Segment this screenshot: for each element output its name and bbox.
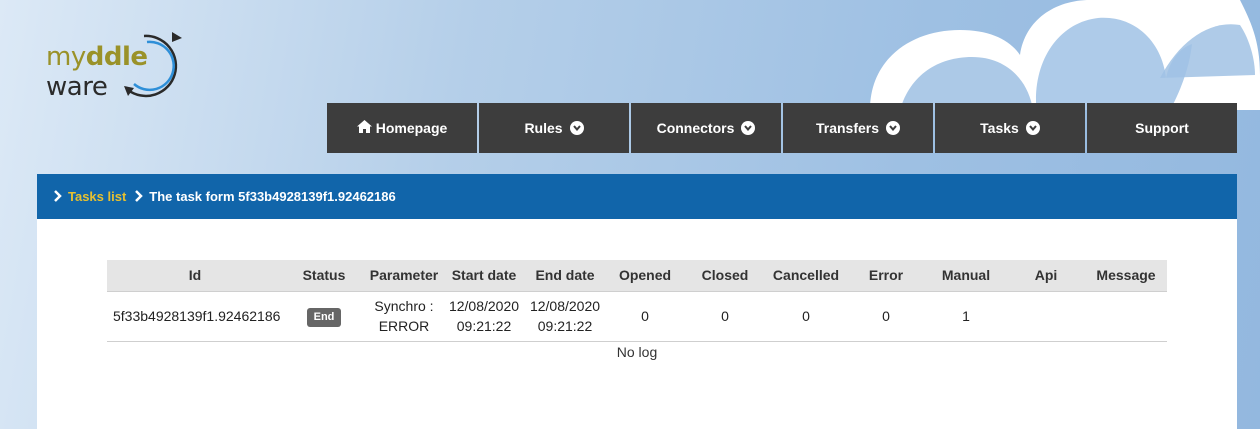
cell-opened: 0 (605, 291, 685, 342)
chevron-down-icon (569, 121, 584, 135)
cell-closed: 0 (685, 291, 765, 342)
end-time: 09:21:22 (537, 318, 593, 334)
end-date: 12/08/2020 (529, 297, 601, 314)
col-parameter: Parameter (365, 260, 443, 292)
col-status: Status (283, 260, 365, 292)
breadcrumb: Tasks list The task form 5f33b4928139f1.… (37, 174, 1237, 219)
nav-support-label: Support (1135, 120, 1189, 136)
cell-message (1085, 291, 1167, 342)
parameter-line2: ERROR (378, 318, 430, 334)
col-error: Error (847, 260, 925, 292)
chevron-right-icon (53, 189, 62, 205)
chevron-down-icon (741, 121, 756, 135)
start-time: 09:21:22 (456, 318, 512, 334)
nav-homepage[interactable]: Homepage (327, 103, 477, 153)
cloud-decoration (870, 0, 1260, 110)
cell-api (1007, 291, 1085, 342)
breadcrumb-tasks-list-link[interactable]: Tasks list (68, 189, 126, 204)
col-message: Message (1085, 260, 1167, 292)
status-badge: End (306, 307, 342, 328)
chevron-down-icon (1025, 121, 1040, 135)
chevron-down-icon (886, 121, 901, 135)
breadcrumb-current: The task form 5f33b4928139f1.92462186 (149, 189, 396, 204)
content-panel: Id Status Parameter Start date End date … (37, 219, 1237, 429)
col-id: Id (107, 260, 283, 292)
cell-id: 5f33b4928139f1.92462186 (107, 291, 283, 342)
nav-homepage-label: Homepage (375, 120, 448, 136)
col-cancelled: Cancelled (765, 260, 847, 292)
cell-manual: 1 (925, 291, 1007, 342)
cell-cancelled: 0 (765, 291, 847, 342)
col-opened: Opened (605, 260, 685, 292)
table-row: 5f33b4928139f1.92462186 End Synchro : ER… (107, 291, 1167, 342)
nav-connectors-label: Connectors (656, 120, 735, 136)
col-closed: Closed (685, 260, 765, 292)
col-manual: Manual (925, 260, 1007, 292)
nav-tasks-label: Tasks (980, 120, 1019, 136)
main-nav: Homepage Rules Connectors Transfers Task… (327, 103, 1237, 153)
nav-transfers[interactable]: Transfers (783, 103, 933, 153)
logo-text-bottom: ware (46, 72, 108, 102)
table-header-row: Id Status Parameter Start date End date … (107, 260, 1167, 292)
logo-text-top: myddle (46, 42, 148, 72)
nav-rules-label: Rules (524, 120, 563, 136)
cell-parameter: Synchro : ERROR (365, 291, 443, 342)
nav-connectors[interactable]: Connectors (631, 103, 781, 153)
cell-status: End (283, 291, 365, 342)
nav-support[interactable]: Support (1087, 103, 1237, 153)
col-end-date: End date (525, 260, 605, 292)
col-api: Api (1007, 260, 1085, 292)
parameter-line1: Synchro : (374, 297, 434, 314)
task-table: Id Status Parameter Start date End date … (107, 260, 1167, 342)
nav-rules[interactable]: Rules (479, 103, 629, 153)
home-icon (356, 120, 372, 136)
start-date: 12/08/2020 (448, 297, 520, 314)
no-log-text: No log (616, 344, 658, 360)
nav-transfers-label: Transfers (815, 120, 880, 136)
chevron-right-icon (134, 189, 144, 205)
myddleware-logo[interactable]: myddle ware (44, 26, 194, 106)
cell-error: 0 (847, 291, 925, 342)
nav-tasks[interactable]: Tasks (935, 103, 1085, 153)
cell-start-date: 12/08/2020 09:21:22 (443, 291, 525, 342)
cell-end-date: 12/08/2020 09:21:22 (525, 291, 605, 342)
col-start-date: Start date (443, 260, 525, 292)
